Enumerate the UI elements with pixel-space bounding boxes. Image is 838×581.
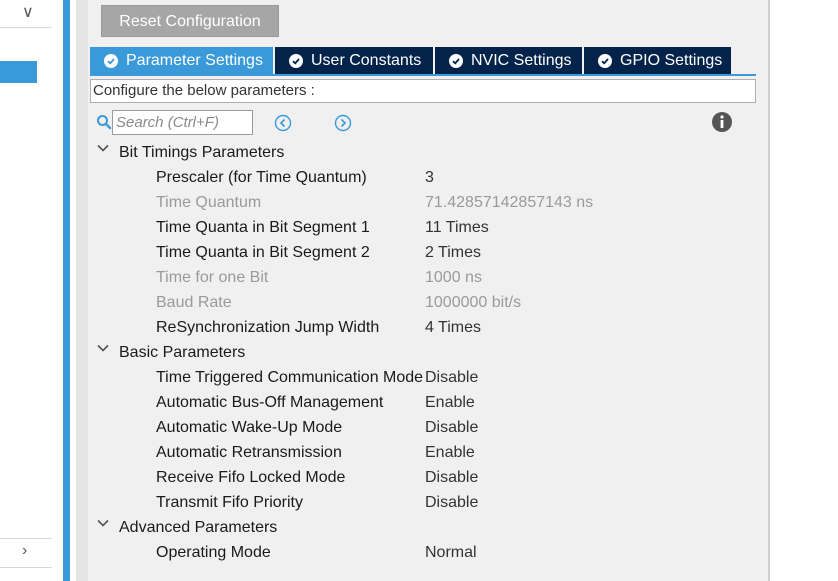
tab-parameter-settings[interactable]: Parameter Settings: [90, 47, 275, 74]
parameter-row[interactable]: Time Quanta in Bit Segment 1 11 Times: [88, 215, 768, 240]
configuration-panel: Reset Configuration Parameter Settings U…: [88, 0, 768, 581]
check-circle-icon: [449, 53, 463, 68]
parameter-value[interactable]: Disable: [425, 415, 478, 440]
group-header[interactable]: Basic Parameters: [88, 340, 768, 365]
parameter-value: 1000 ns: [425, 269, 482, 286]
parameter-row: Baud Rate 1000000 bit/s: [88, 290, 768, 315]
parameter-name: ReSynchronization Jump Width: [156, 319, 380, 336]
parameter-value[interactable]: Disable: [425, 465, 478, 490]
chevron-down-icon[interactable]: [96, 141, 110, 155]
previous-match-icon[interactable]: [274, 114, 292, 132]
chevron-down-icon[interactable]: [96, 516, 110, 530]
parameter-name: Time Quanta in Bit Segment 1: [156, 219, 370, 236]
parameter-value[interactable]: 4 Times: [425, 315, 481, 340]
info-icon[interactable]: [711, 111, 733, 133]
left-panel-selected-item[interactable]: [0, 61, 37, 83]
tab-nvic-settings[interactable]: NVIC Settings: [435, 47, 584, 74]
parameter-value[interactable]: Enable: [425, 440, 475, 465]
parameter-name: Prescaler (for Time Quantum): [156, 169, 367, 186]
parameter-name: Time for one Bit: [156, 269, 269, 286]
group-header[interactable]: Advanced Parameters: [88, 515, 768, 540]
parameter-row[interactable]: Operating Mode Normal: [88, 540, 768, 565]
tab-bar: Parameter Settings User Constants NVIC S…: [90, 47, 733, 74]
tab-label: NVIC Settings: [471, 51, 572, 69]
parameter-row[interactable]: Prescaler (for Time Quantum) 3: [88, 165, 768, 190]
search-input[interactable]: [112, 110, 253, 135]
group-title: Advanced Parameters: [119, 519, 278, 536]
parameter-name: Transmit Fifo Priority: [156, 494, 303, 511]
tab-underline: [90, 74, 756, 76]
parameter-row[interactable]: Automatic Bus-Off Management Enable: [88, 390, 768, 415]
parameter-row[interactable]: Time Triggered Communication Mode Disable: [88, 365, 768, 390]
parameter-row[interactable]: ReSynchronization Jump Width 4 Times: [88, 315, 768, 340]
parameter-name: Receive Fifo Locked Mode: [156, 469, 346, 486]
check-circle-icon: [598, 53, 612, 68]
next-match-icon[interactable]: [334, 114, 352, 132]
reset-configuration-button[interactable]: Reset Configuration: [101, 5, 279, 37]
parameter-row[interactable]: Time Quanta in Bit Segment 2 2 Times: [88, 240, 768, 265]
configure-description: Configure the below parameters :: [90, 79, 756, 103]
left-panel-footer[interactable]: ›: [0, 538, 52, 568]
panel-divider[interactable]: [76, 0, 88, 581]
tab-label: Parameter Settings: [126, 51, 263, 69]
parameter-row[interactable]: Automatic Retransmission Enable: [88, 440, 768, 465]
parameter-name: Automatic Retransmission: [156, 444, 342, 461]
parameter-name: Time Quanta in Bit Segment 2: [156, 244, 370, 261]
parameter-value[interactable]: Normal: [425, 540, 477, 565]
chevron-right-icon[interactable]: ›: [22, 542, 27, 560]
search-icon[interactable]: [96, 114, 112, 130]
parameter-value: 71.42857142857143 ns: [425, 194, 594, 211]
parameter-row[interactable]: Automatic Wake-Up Mode Disable: [88, 415, 768, 440]
parameter-name: Baud Rate: [156, 294, 232, 311]
parameter-row[interactable]: Transmit Fifo Priority Disable: [88, 490, 768, 515]
parameter-row: Time for one Bit 1000 ns: [88, 265, 768, 290]
group-title: Bit Timings Parameters: [119, 144, 285, 161]
parameter-row: Time Quantum 71.42857142857143 ns: [88, 190, 768, 215]
left-panel: ∨ ›: [0, 0, 52, 581]
group-header[interactable]: Bit Timings Parameters: [88, 140, 768, 165]
tab-user-constants[interactable]: User Constants: [275, 47, 435, 74]
tab-label: GPIO Settings: [620, 51, 723, 69]
parameter-name: Automatic Wake-Up Mode: [156, 419, 343, 436]
check-circle-icon: [104, 53, 118, 68]
parameter-value[interactable]: Enable: [425, 390, 475, 415]
check-circle-icon: [289, 53, 303, 68]
parameter-value[interactable]: Disable: [425, 365, 478, 390]
parameter-value[interactable]: 11 Times: [425, 215, 489, 240]
parameter-value: 1000000 bit/s: [425, 294, 522, 311]
panel-border: [768, 0, 770, 581]
parameter-name: Time Triggered Communication Mode: [156, 369, 424, 386]
parameter-name: Operating Mode: [156, 544, 271, 561]
parameter-value[interactable]: Disable: [425, 490, 478, 515]
group-title: Basic Parameters: [119, 344, 246, 361]
parameter-row[interactable]: Receive Fifo Locked Mode Disable: [88, 465, 768, 490]
parameter-value[interactable]: 3: [425, 165, 434, 190]
tab-gpio-settings[interactable]: GPIO Settings: [584, 47, 733, 74]
parameter-name: Automatic Bus-Off Management: [156, 394, 384, 411]
chevron-down-icon[interactable]: ∨: [22, 2, 34, 22]
parameter-value[interactable]: 2 Times: [425, 240, 481, 265]
left-panel-header[interactable]: ∨: [0, 0, 52, 28]
panel-divider-accent: [63, 0, 70, 581]
parameter-name: Time Quantum: [156, 194, 262, 211]
tab-label: User Constants: [311, 51, 422, 69]
chevron-down-icon[interactable]: [96, 341, 110, 355]
